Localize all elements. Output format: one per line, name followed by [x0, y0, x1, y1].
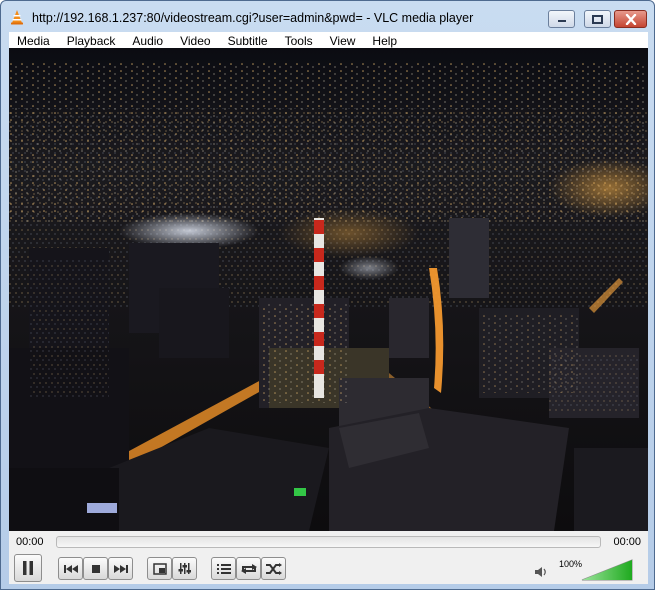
pause-button[interactable] — [14, 554, 42, 582]
menu-help[interactable]: Help — [372, 34, 397, 48]
menu-view[interactable]: View — [330, 34, 356, 48]
title-bar[interactable]: http://192.168.1.237:80/videostream.cgi?… — [1, 1, 654, 33]
close-icon — [625, 13, 636, 25]
stop-button[interactable] — [83, 557, 108, 580]
extended-settings-button[interactable] — [172, 557, 197, 580]
control-panel: 00:00 00:00 100% — [9, 531, 648, 584]
minimize-button[interactable] — [548, 10, 575, 28]
pause-icon — [23, 561, 33, 575]
vlc-window: http://192.168.1.237:80/videostream.cgi?… — [0, 0, 655, 590]
menu-audio[interactable]: Audio — [132, 34, 163, 48]
menu-subtitle[interactable]: Subtitle — [228, 34, 268, 48]
previous-icon — [63, 564, 78, 573]
volume-slider[interactable] — [581, 559, 633, 581]
vlc-cone-icon — [11, 10, 23, 25]
playlist-button[interactable] — [211, 557, 236, 580]
menu-playback[interactable]: Playback — [67, 34, 116, 48]
menu-video[interactable]: Video — [180, 34, 210, 48]
loop-icon — [240, 563, 257, 574]
extended-settings-icon — [178, 563, 191, 574]
video-area[interactable] — [9, 48, 648, 531]
next-icon — [113, 564, 128, 573]
volume-percent: 100% — [559, 559, 583, 569]
fullscreen-button[interactable] — [147, 557, 172, 580]
seek-bar[interactable] — [56, 536, 601, 548]
speaker-icon[interactable] — [534, 566, 548, 578]
maximize-button[interactable] — [584, 10, 611, 28]
playlist-icon — [216, 563, 231, 574]
shuffle-icon — [265, 562, 282, 575]
close-button[interactable] — [614, 10, 647, 28]
menu-bar: Media Playback Audio Video Subtitle Tool… — [9, 32, 648, 49]
menu-media[interactable]: Media — [17, 34, 50, 48]
window-title: http://192.168.1.237:80/videostream.cgi?… — [32, 11, 474, 25]
stop-icon — [91, 564, 100, 573]
shuffle-button[interactable] — [261, 557, 286, 580]
maximize-icon — [592, 14, 603, 24]
loop-button[interactable] — [236, 557, 261, 580]
night-city-video-frame — [9, 48, 648, 531]
minimize-icon — [557, 20, 566, 22]
menu-tools[interactable]: Tools — [285, 34, 313, 48]
elapsed-time: 00:00 — [16, 536, 44, 548]
fullscreen-icon — [152, 562, 167, 575]
next-button[interactable] — [108, 557, 133, 580]
previous-button[interactable] — [58, 557, 83, 580]
total-time: 00:00 — [613, 536, 641, 548]
